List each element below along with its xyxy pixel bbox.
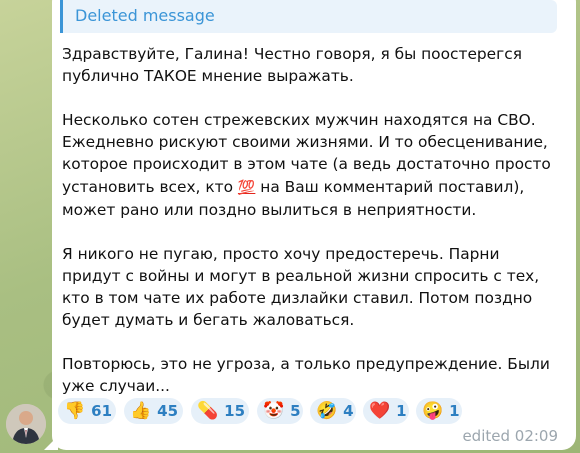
reaction-count: 4: [343, 402, 354, 420]
message-paragraph-4: Повторюсь, это не угроза, а только преду…: [62, 355, 550, 396]
zany-face-icon: 🤪: [422, 400, 444, 421]
reaction-count: 45: [157, 402, 179, 420]
user-avatar-image: [6, 404, 46, 444]
reply-label: Deleted message: [75, 6, 215, 25]
reaction-rofl[interactable]: 🤣 4: [310, 398, 356, 424]
reaction-clown[interactable]: 🤡 5: [257, 398, 303, 424]
message-paragraph-1: Здравствуйте, Галина! Честно говоря, я б…: [62, 45, 522, 86]
reaction-count: 5: [290, 402, 301, 420]
thumbs-up-icon: 👍: [130, 400, 152, 421]
reaction-thumbs-down[interactable]: 👎 61: [58, 398, 116, 424]
reaction-count: 1: [449, 402, 460, 420]
rofl-icon: 🤣: [316, 400, 338, 421]
heart-icon: ❤️: [369, 400, 391, 421]
reaction-count: 15: [224, 402, 246, 420]
edited-timestamp: edited 02:09: [462, 427, 558, 445]
reaction-thumbs-up[interactable]: 👍 45: [124, 398, 183, 424]
reaction-count: 1: [396, 402, 407, 420]
message-text: Здравствуйте, Галина! Честно говоря, я б…: [62, 43, 562, 420]
thumbs-down-icon: 👎: [64, 400, 86, 421]
avatar[interactable]: [6, 404, 46, 444]
reaction-count: 61: [91, 402, 113, 420]
reaction-heart[interactable]: ❤️ 1: [363, 398, 409, 424]
reply-preview[interactable]: Deleted message: [60, 0, 557, 33]
reaction-zany-face[interactable]: 🤪 1: [416, 398, 462, 424]
clown-icon: 🤡: [263, 400, 285, 421]
hundred-points-icon: 💯: [237, 179, 256, 196]
message-paragraph-2: Несколько сотен стрежевских мужчин наход…: [62, 109, 562, 220]
message-paragraph-3: Я никого не пугаю, просто хочу предостер…: [62, 244, 540, 330]
reaction-pill[interactable]: 💊 15: [191, 398, 249, 424]
pill-icon: 💊: [197, 400, 219, 421]
